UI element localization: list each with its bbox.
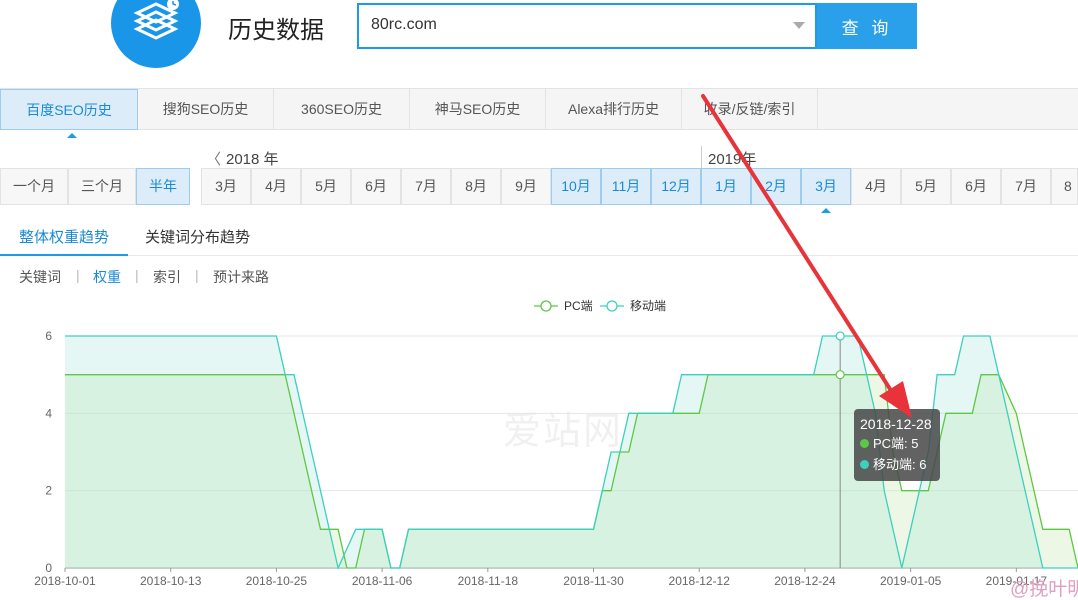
app-logo — [111, 0, 201, 68]
sub-tabs: 整体权重趋势 关键词分布趋势 — [0, 220, 1078, 256]
range-half-year[interactable]: 半年 — [136, 168, 190, 205]
y-tick-label: 0 — [45, 561, 52, 575]
month-button[interactable]: 8月 — [1051, 168, 1078, 205]
active-tab-underline — [0, 254, 128, 256]
month-button[interactable]: 8月 — [451, 168, 501, 205]
month-button[interactable]: 1月 — [701, 168, 751, 205]
query-button[interactable]: 查 询 — [817, 3, 917, 49]
range-one-month[interactable]: 一个月 — [0, 168, 68, 205]
tab-overall-weight-trend[interactable]: 整体权重趋势 — [19, 226, 109, 247]
month-button[interactable]: 5月 — [301, 168, 351, 205]
month-button[interactable]: 7月 — [401, 168, 451, 205]
x-tick-label: 2018-10-13 — [140, 574, 202, 588]
main-tabs: 百度SEO历史 搜狗SEO历史 360SEO历史 神马SEO历史 Alexa排行… — [0, 88, 1078, 138]
author-watermark: @挽叶明 — [1010, 579, 1078, 600]
tab-sogou-seo[interactable]: 搜狗SEO历史 — [138, 89, 274, 130]
y-tick-label: 6 — [45, 329, 52, 343]
range-three-months[interactable]: 三个月 — [68, 168, 136, 205]
filter-separator: | — [135, 267, 139, 283]
month-button[interactable]: 3月 — [201, 168, 251, 205]
year-label-2018: 2018 年 — [226, 151, 279, 168]
month-button[interactable]: 2月 — [751, 168, 801, 205]
filter-weight[interactable]: 权重 — [93, 267, 121, 287]
month-button[interactable]: 6月 — [951, 168, 1001, 205]
month-button[interactable]: 9月 — [501, 168, 551, 205]
tab-baidu-seo[interactable]: 百度SEO历史 — [0, 89, 138, 138]
filter-index[interactable]: 索引 — [153, 267, 181, 287]
chevron-left-icon[interactable]: 〈 — [206, 148, 221, 169]
filter-estimated-traffic[interactable]: 预计来路 — [213, 267, 269, 287]
x-tick-label: 2018-11-30 — [563, 574, 624, 588]
y-tick-label: 2 — [45, 484, 52, 498]
tooltip-date: 2018-12-28 — [860, 416, 932, 432]
month-button[interactable]: 4月 — [851, 168, 901, 205]
legend-label: 移动端 — [630, 299, 666, 313]
year-divider — [701, 146, 702, 168]
x-tick-label: 2018-12-24 — [774, 574, 836, 588]
x-tick-label: 2018-10-01 — [34, 574, 96, 588]
chevron-down-icon[interactable] — [793, 22, 805, 29]
legend-marker-icon — [540, 300, 552, 312]
x-tick-label: 2019-01-05 — [880, 574, 942, 588]
hover-point — [835, 331, 845, 341]
x-tick-label: 2018-11-06 — [352, 574, 413, 588]
tab-keyword-distribution-trend[interactable]: 关键词分布趋势 — [145, 226, 250, 247]
tooltip-mobile-value: 移动端: 6 — [873, 457, 927, 472]
month-button[interactable]: 6月 — [351, 168, 401, 205]
tab-360-seo[interactable]: 360SEO历史 — [274, 89, 410, 130]
month-button[interactable]: 12月 — [651, 168, 701, 205]
tooltip-pc-value: PC端: 5 — [873, 436, 919, 451]
filter-separator: | — [195, 267, 199, 283]
month-button[interactable]: 4月 — [251, 168, 301, 205]
search-box[interactable] — [357, 3, 817, 49]
filter-separator: | — [76, 267, 80, 283]
search-input[interactable] — [371, 16, 771, 34]
x-tick-label: 2018-10-25 — [246, 574, 308, 588]
legend-label: PC端 — [564, 299, 593, 313]
tooltip-mobile-row: 移动端: 6 — [860, 454, 940, 475]
tab-shenma-seo[interactable]: 神马SEO历史 — [410, 89, 546, 130]
year-label-2019: 2019年 — [708, 151, 757, 168]
layers-icon — [133, 0, 179, 40]
page-title: 历史数据 — [228, 17, 324, 44]
month-button[interactable]: 3月 — [801, 168, 851, 205]
header: 历史数据 查 询 — [0, 0, 1078, 88]
hover-point — [835, 370, 845, 380]
month-caret — [821, 208, 831, 213]
tab-index-backlinks[interactable]: 收录/反链/索引 — [682, 89, 818, 130]
month-button[interactable]: 7月 — [1001, 168, 1051, 205]
tooltip-pc-row: PC端: 5 — [860, 433, 940, 454]
mobile-dot-icon — [860, 460, 869, 469]
month-button[interactable]: 10月 — [551, 168, 601, 205]
filter-keywords[interactable]: 关键词 — [19, 267, 61, 287]
month-button[interactable]: 11月 — [601, 168, 651, 205]
pc-dot-icon — [860, 439, 869, 448]
y-tick-label: 4 — [45, 406, 52, 420]
month-button[interactable]: 5月 — [901, 168, 951, 205]
legend-marker-icon — [606, 300, 618, 312]
x-tick-label: 2018-11-18 — [458, 574, 519, 588]
x-tick-label: 2018-12-12 — [669, 574, 731, 588]
chart-tooltip: 2018-12-28 PC端: 5 移动端: 6 — [854, 409, 940, 481]
tab-alexa-rank[interactable]: Alexa排行历史 — [546, 89, 682, 130]
